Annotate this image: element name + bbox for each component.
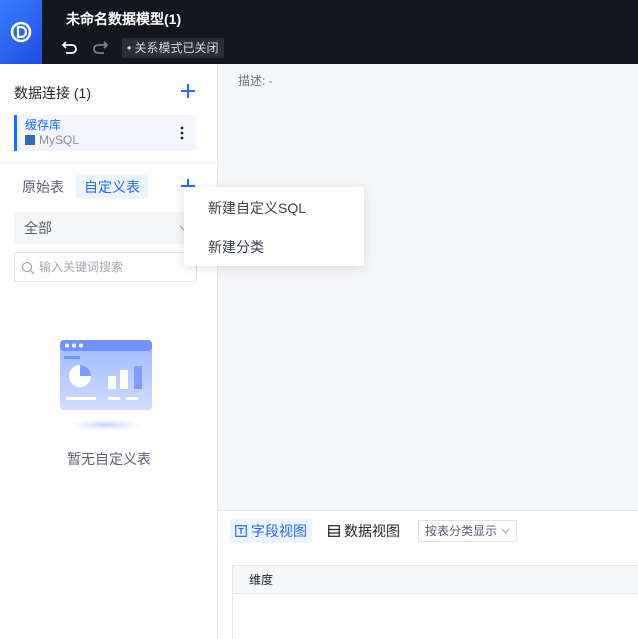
model-description[interactable]: 描述: - bbox=[238, 72, 273, 89]
relation-mode-badge[interactable]: • 关系模式已关闭 bbox=[122, 38, 224, 58]
connections-title: 数据连接 (1) bbox=[14, 85, 91, 101]
empty-illustration bbox=[60, 340, 152, 431]
menu-item-new-category[interactable]: 新建分类 bbox=[208, 237, 264, 257]
connection-type-label: MySQL bbox=[39, 133, 80, 147]
mysql-icon bbox=[25, 135, 35, 145]
field-view-icon bbox=[235, 525, 247, 537]
search-input[interactable] bbox=[39, 253, 189, 281]
connection-type: MySQL bbox=[25, 133, 79, 147]
left-sidebar: 数据连接 (1) 缓存库 MySQL 原始表 自定义表 全部 输入关键词搜索 暂… bbox=[0, 64, 218, 638]
empty-state-text: 暂无自定义表 bbox=[67, 451, 151, 467]
add-connection-icon[interactable] bbox=[179, 82, 197, 100]
logo-icon bbox=[10, 21, 32, 43]
search-box bbox=[14, 252, 197, 282]
group-display-value: 按表分类显示 bbox=[425, 524, 498, 538]
field-grid: 维度 bbox=[232, 565, 638, 639]
search-icon bbox=[21, 261, 35, 275]
tab-raw-tables[interactable]: 原始表 bbox=[14, 175, 72, 199]
tab-custom-tables[interactable]: 自定义表 bbox=[76, 175, 148, 199]
sidebar-divider bbox=[0, 163, 218, 164]
connection-active-bar bbox=[14, 115, 17, 151]
undo-icon[interactable] bbox=[61, 38, 79, 56]
redo-icon[interactable] bbox=[91, 38, 109, 56]
connection-item[interactable]: 缓存库 MySQL bbox=[14, 115, 197, 151]
more-vertical-icon[interactable] bbox=[179, 125, 185, 141]
top-bar: 未命名数据模型(1) • 关系模式已关闭 bbox=[0, 0, 638, 64]
tab-field-view[interactable]: 字段视图 bbox=[230, 519, 312, 543]
category-select[interactable]: 全部 bbox=[14, 212, 197, 244]
app-logo[interactable] bbox=[0, 0, 42, 64]
tab-field-view-label: 字段视图 bbox=[251, 523, 307, 539]
group-display-select[interactable]: 按表分类显示 bbox=[418, 520, 518, 542]
main-canvas[interactable]: 描述: - 字段视图 数据视图 按表分类显示 维度 bbox=[218, 64, 638, 639]
menu-item-new-custom-sql[interactable]: 新建自定义SQL bbox=[208, 198, 306, 218]
tab-data-view-label: 数据视图 bbox=[344, 523, 400, 539]
data-view-icon bbox=[328, 525, 340, 537]
add-table-dropdown: 新建自定义SQL 新建分类 bbox=[184, 187, 364, 266]
category-select-value: 全部 bbox=[24, 220, 52, 236]
model-title[interactable]: 未命名数据模型(1) bbox=[66, 9, 181, 29]
chevron-down-icon bbox=[501, 528, 510, 534]
tab-data-view[interactable]: 数据视图 bbox=[323, 519, 405, 543]
bottom-panel: 字段视图 数据视图 按表分类显示 维度 bbox=[218, 510, 638, 639]
grid-header-dimension: 维度 bbox=[233, 565, 638, 594]
connection-name: 缓存库 bbox=[25, 118, 62, 132]
